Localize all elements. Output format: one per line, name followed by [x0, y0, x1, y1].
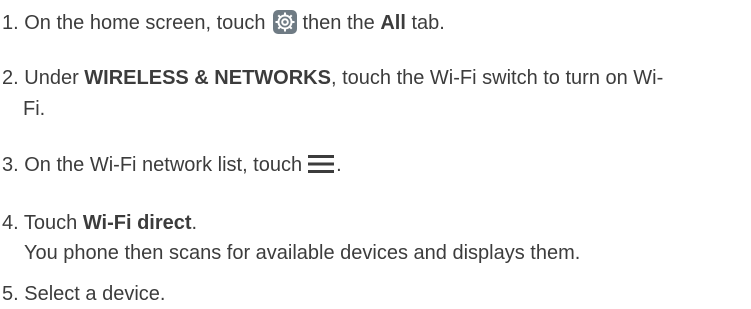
step-3: 3. On the Wi-Fi network list, touch . — [2, 153, 342, 180]
menu-icon — [308, 154, 335, 180]
step-text: tab. — [411, 12, 445, 34]
step-bold-text: All — [380, 12, 406, 34]
step-2: 2. Under WIRELESS & NETWORKS, touch the … — [2, 66, 663, 90]
step-5: 5. Select a device. — [2, 282, 165, 306]
step-text: Under — [24, 67, 79, 89]
step-bold-text: WIRELESS & NETWORKS — [84, 67, 331, 89]
step-text: Touch — [23, 212, 78, 234]
step-1: 1. On the home screen, touch then the Al… — [2, 10, 445, 40]
step-4: 4. Touch Wi-Fi direct. — [2, 211, 197, 235]
step-number: 5. — [2, 283, 19, 305]
step-text: On the Wi-Fi network list, touch — [24, 154, 303, 176]
step-number: 4. — [2, 212, 19, 234]
step-text: On the home screen, touch — [24, 12, 266, 34]
step-text: Select a device. — [24, 283, 166, 305]
step-text: then the — [302, 12, 375, 34]
step-text: . — [336, 154, 342, 176]
step-text: . — [191, 212, 198, 234]
step-bold-text: Wi-Fi direct — [82, 212, 192, 234]
step-text: , touch the Wi-Fi switch to turn on Wi- — [330, 67, 664, 89]
settings-gear-icon — [272, 10, 297, 40]
step-4-note: You phone then scans for available devic… — [24, 242, 581, 264]
step-number: 2. — [2, 67, 19, 89]
step-2-continuation: Fi. — [23, 98, 46, 120]
step-number: 1. — [2, 12, 19, 34]
step-number: 3. — [2, 154, 19, 176]
